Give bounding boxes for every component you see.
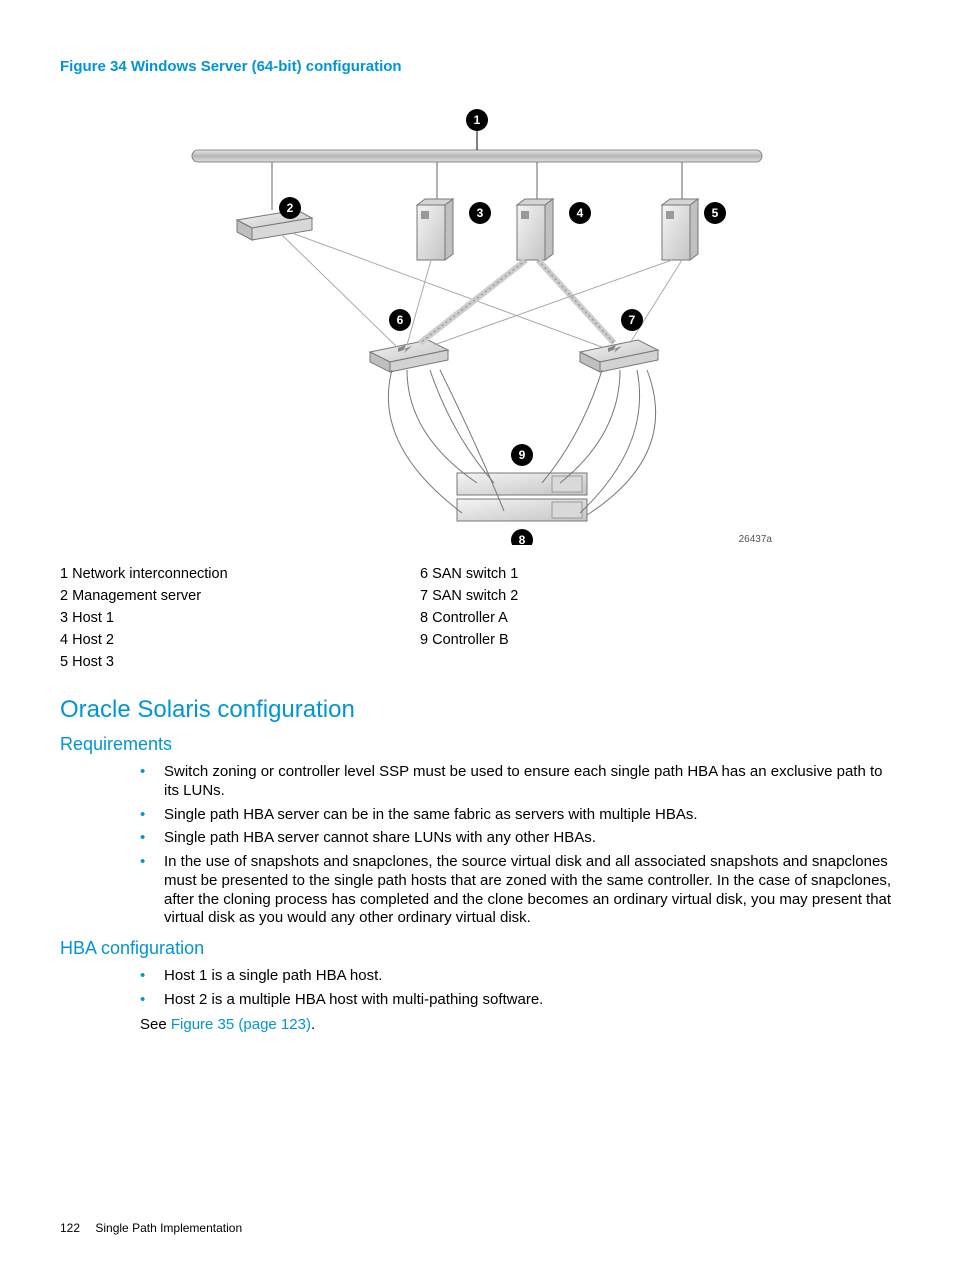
- list-item: In the use of snapshots and snapclones, …: [140, 853, 894, 928]
- callout-4: 4: [577, 206, 584, 220]
- legend-item: 9 Controller B: [420, 632, 894, 648]
- list-item: Single path HBA server cannot share LUNs…: [140, 829, 894, 848]
- diagram-reference: 26437a: [739, 534, 772, 545]
- callout-1: 1: [474, 113, 481, 127]
- requirements-list: Switch zoning or controller level SSP mu…: [60, 763, 894, 928]
- list-item: Host 1 is a single path HBA host.: [140, 967, 894, 986]
- list-item: Switch zoning or controller level SSP mu…: [140, 763, 894, 801]
- callout-8: 8: [519, 533, 526, 545]
- legend-item: 6 SAN switch 1: [420, 566, 894, 582]
- page-footer: 122 Single Path Implementation: [60, 1221, 242, 1235]
- network-diagram: 1 2 3 4 5 6 7 8 9 26437a: [182, 85, 772, 545]
- legend-item: 1 Network interconnection: [60, 566, 420, 582]
- see-reference: See Figure 35 (page 123).: [140, 1016, 894, 1033]
- legend-item: 4 Host 2: [60, 632, 420, 648]
- diagram-svg: 1 2 3 4 5 6 7 8 9: [182, 85, 772, 545]
- footer-title: Single Path Implementation: [95, 1221, 242, 1235]
- legend-item: 7 SAN switch 2: [420, 588, 894, 604]
- document-page: Figure 34 Windows Server (64-bit) config…: [0, 0, 954, 1271]
- callout-3: 3: [477, 206, 484, 220]
- legend-item: 2 Management server: [60, 588, 420, 604]
- section-heading: Oracle Solaris configuration: [60, 696, 894, 724]
- legend-item: 5 Host 3: [60, 654, 420, 670]
- list-item: Host 2 is a multiple HBA host with multi…: [140, 991, 894, 1010]
- callout-7: 7: [629, 313, 636, 327]
- see-suffix: .: [311, 1016, 315, 1033]
- figure-legend: 1 Network interconnection 2 Management s…: [60, 560, 894, 676]
- requirements-heading: Requirements: [60, 734, 894, 755]
- legend-item: 8 Controller A: [420, 610, 894, 626]
- list-item: Single path HBA server can be in the sam…: [140, 806, 894, 825]
- callout-9: 9: [519, 448, 526, 462]
- callout-2: 2: [287, 201, 294, 215]
- figure-caption: Figure 34 Windows Server (64-bit) config…: [60, 58, 894, 75]
- hba-heading: HBA configuration: [60, 938, 894, 959]
- callout-5: 5: [712, 206, 719, 220]
- figure-link[interactable]: Figure 35 (page 123): [171, 1016, 311, 1033]
- see-prefix: See: [140, 1016, 171, 1033]
- page-number: 122: [60, 1221, 80, 1235]
- callout-6: 6: [397, 313, 404, 327]
- legend-item: 3 Host 1: [60, 610, 420, 626]
- hba-list: Host 1 is a single path HBA host. Host 2…: [60, 967, 894, 1010]
